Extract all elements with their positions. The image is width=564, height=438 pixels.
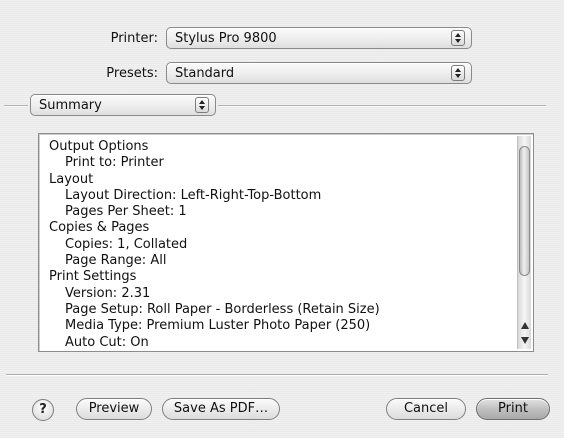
panel-separator-right <box>218 105 546 106</box>
up-down-arrows-icon <box>451 30 465 46</box>
presets-label: Presets: <box>106 66 158 81</box>
cancel-button[interactable]: Cancel <box>386 398 466 420</box>
summary-detail-line: Print to: Printer <box>65 155 164 171</box>
panel-separator-left <box>4 105 28 106</box>
preview-button[interactable]: Preview <box>76 398 152 420</box>
summary-detail-line: Pages Per Sheet: 1 <box>65 204 187 220</box>
summary-scrollbar[interactable] <box>517 136 531 349</box>
up-down-arrows-icon <box>451 65 465 81</box>
summary-text: Output Options Print to: Printer Layout Lay… <box>49 139 509 348</box>
summary-section-heading: Output Options <box>49 139 149 154</box>
printer-label: Printer: <box>110 31 158 46</box>
summary-detail-line: Page Range: All <box>65 253 167 269</box>
summary-detail-line: Copies: 1, Collated <box>65 236 188 252</box>
save-as-pdf-button[interactable]: Save As PDF… <box>162 398 280 420</box>
summary-section-heading: Layout <box>49 171 94 187</box>
help-button[interactable]: ? <box>32 399 54 421</box>
summary-detail-line: Media Type: Premium Luster Photo Paper (… <box>65 318 371 334</box>
summary-list[interactable]: Output Options Print to: Printer Layout Lay… <box>38 133 534 352</box>
panel-popup[interactable]: Summary <box>30 94 216 116</box>
presets-popup[interactable]: Standard <box>166 62 472 84</box>
panel-popup-value: Summary <box>39 98 102 113</box>
bottom-separator <box>6 374 548 375</box>
print-button[interactable]: Print <box>476 398 550 420</box>
scrollbar-thumb[interactable] <box>519 146 530 276</box>
summary-detail-line: Version: 2.31 <box>65 285 151 301</box>
printer-popup[interactable]: Stylus Pro 9800 <box>166 27 472 49</box>
presets-popup-value: Standard <box>175 66 235 81</box>
scroll-down-arrow-icon[interactable] <box>518 333 532 347</box>
summary-section-heading: Print Settings <box>49 269 137 285</box>
printer-popup-value: Stylus Pro 9800 <box>175 31 277 46</box>
scroll-up-arrow-icon[interactable] <box>518 319 532 333</box>
summary-section-heading: Copies & Pages <box>49 220 150 236</box>
summary-detail-line: Auto Cut: On <box>65 334 149 348</box>
up-down-arrows-icon <box>195 97 209 113</box>
summary-detail-line: Layout Direction: Left-Right-Top-Bottom <box>65 187 322 203</box>
summary-detail-line: Page Setup: Roll Paper - Borderless (Ret… <box>65 301 380 317</box>
